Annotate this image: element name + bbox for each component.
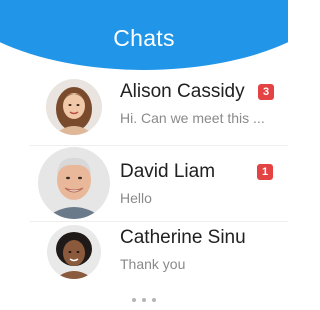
chat-item-catherine-sinu[interactable]: Catherine Sinu Thank you xyxy=(0,222,288,298)
more-dots-icon[interactable] xyxy=(0,289,288,302)
chat-preview: Hi. Can we meet this ... xyxy=(120,110,265,126)
woman-portrait-avatar xyxy=(46,79,102,135)
woman-curly-hair-avatar xyxy=(47,225,101,279)
chat-preview: Thank you xyxy=(120,256,186,272)
watch-screen: Chats Alison Cassidy 3 Hi. Can we meet t… xyxy=(0,0,288,310)
dot xyxy=(152,298,156,302)
page-title: Chats xyxy=(113,25,175,51)
chat-name: David Liam xyxy=(120,161,216,182)
chat-name: Alison Cassidy xyxy=(120,81,245,102)
unread-badge: 3 xyxy=(258,84,274,100)
man-portrait-avatar xyxy=(38,147,110,219)
chat-item-alison-cassidy[interactable]: Alison Cassidy 3 Hi. Can we meet this ..… xyxy=(0,70,288,146)
chat-name: Catherine Sinu xyxy=(120,227,246,248)
dot xyxy=(142,298,146,302)
chat-preview: Hello xyxy=(120,190,152,206)
chat-item-david-liam[interactable]: David Liam 1 Hello xyxy=(0,146,288,222)
dot xyxy=(132,298,136,302)
unread-badge: 1 xyxy=(257,164,273,180)
